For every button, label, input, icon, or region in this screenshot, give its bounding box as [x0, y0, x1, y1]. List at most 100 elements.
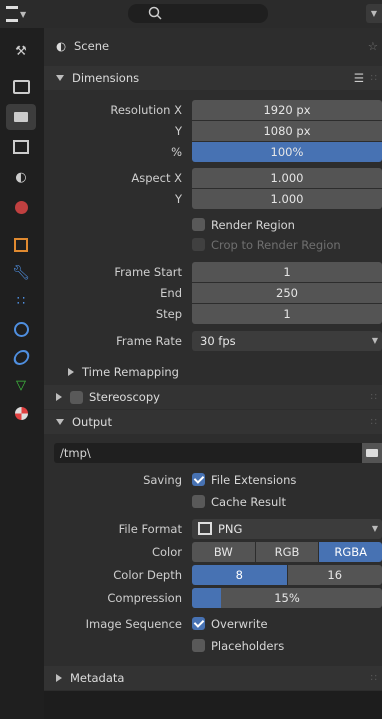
- resolution-x-row: Resolution X 1920 px: [44, 98, 382, 121]
- frame-rate-dropdown[interactable]: 30 fps ▼: [192, 331, 382, 351]
- resolution-x-field[interactable]: 1920 px: [192, 100, 382, 120]
- depth-16-option[interactable]: 16: [287, 565, 382, 585]
- aspect-x-field[interactable]: 1.000: [192, 168, 382, 188]
- chevron-down-icon: ▼: [20, 10, 26, 19]
- tab-material[interactable]: [6, 400, 36, 426]
- resolution-pct-label: %: [171, 145, 182, 159]
- properties-tab-bar: ⚒ ◐ 🔧︎ ∷ ▽: [0, 28, 44, 719]
- checkbox-box: [192, 639, 205, 652]
- browse-folder-button[interactable]: [362, 443, 382, 463]
- color-mode-selector: BW RGB RGBA: [192, 542, 382, 562]
- file-extensions-label: File Extensions: [211, 473, 296, 487]
- chevron-down-icon: ▼: [372, 336, 378, 345]
- dimensions-panel-header[interactable]: Dimensions ☰ ∷: [44, 66, 382, 90]
- stereoscopy-panel-header[interactable]: Stereoscopy ∷: [44, 385, 382, 409]
- frame-end-label: End: [160, 286, 182, 300]
- tab-world[interactable]: [6, 194, 36, 220]
- color-label: Color: [152, 545, 182, 559]
- crop-region-checkbox[interactable]: Crop to Render Region: [192, 238, 341, 252]
- aspect-y-field[interactable]: 1.000: [192, 189, 382, 209]
- tab-physics[interactable]: [6, 316, 36, 342]
- file-format-dropdown[interactable]: PNG ▼: [192, 519, 382, 539]
- editor-header: ▼ ▼: [0, 0, 382, 29]
- aspect-x-row: Aspect X 1.000: [44, 166, 382, 189]
- tab-scene[interactable]: ◐: [6, 164, 36, 190]
- frame-start-field[interactable]: 1: [192, 262, 382, 282]
- drag-handle[interactable]: ∷: [371, 673, 378, 684]
- output-title: Output: [72, 415, 112, 429]
- tab-data[interactable]: ▽: [6, 372, 36, 398]
- frame-step-field[interactable]: 1: [192, 304, 382, 324]
- tab-object[interactable]: [6, 232, 36, 258]
- editor-type-button[interactable]: ▼: [6, 5, 36, 23]
- overwrite-checkbox[interactable]: Overwrite: [192, 617, 268, 631]
- context-title: Scene: [74, 39, 109, 53]
- pin-icon[interactable]: ☆: [368, 39, 378, 53]
- overwrite-label: Overwrite: [211, 617, 268, 631]
- frame-end-row: End 250: [44, 281, 382, 304]
- time-remapping-subpanel[interactable]: Time Remapping: [44, 360, 382, 383]
- depth-8-option[interactable]: 8: [192, 565, 287, 585]
- crop-region-row: Crop to Render Region: [44, 233, 382, 256]
- drag-handle[interactable]: ∷: [371, 417, 378, 428]
- tab-view-layer[interactable]: [6, 134, 36, 160]
- drag-handle[interactable]: ∷: [371, 73, 378, 84]
- color-depth-row: Color Depth 8 16: [44, 563, 382, 586]
- time-remapping-title: Time Remapping: [82, 365, 179, 379]
- placeholders-checkbox[interactable]: Placeholders: [192, 639, 284, 653]
- mesh-data-icon: ▽: [16, 378, 26, 393]
- color-rgba-option[interactable]: RGBA: [318, 542, 382, 562]
- expand-icon: [56, 674, 62, 682]
- resolution-pct-slider[interactable]: 100%: [192, 142, 382, 162]
- output-path-row: /tmp\: [44, 441, 382, 464]
- frame-end-field[interactable]: 250: [192, 283, 382, 303]
- placeholders-label: Placeholders: [211, 639, 284, 653]
- output-path-field[interactable]: /tmp\: [54, 443, 362, 463]
- frame-rate-row: Frame Rate 30 fps ▼: [44, 329, 382, 352]
- frame-step-row: Step 1: [44, 302, 382, 325]
- color-bw-option[interactable]: BW: [192, 542, 255, 562]
- aspect-y-label: Y: [175, 192, 182, 206]
- metadata-panel-header[interactable]: Metadata ∷: [44, 666, 382, 690]
- stereoscopy-checkbox[interactable]: [70, 391, 83, 404]
- scene-icon: ◐: [15, 170, 26, 185]
- presets-icon[interactable]: ☰: [354, 71, 364, 85]
- search-input[interactable]: [128, 4, 268, 23]
- dimensions-title: Dimensions: [72, 71, 139, 85]
- chevron-down-icon: ▼: [372, 524, 378, 533]
- aspect-x-label: Aspect X: [131, 171, 182, 185]
- file-format-value: PNG: [218, 522, 242, 536]
- checkbox-box: [192, 218, 205, 231]
- frame-rate-label: Frame Rate: [116, 334, 182, 348]
- compression-fill: [192, 588, 221, 608]
- checkbox-box: [192, 473, 205, 486]
- file-extensions-checkbox[interactable]: File Extensions: [192, 473, 296, 487]
- compression-label: Compression: [107, 591, 182, 605]
- saving-row: Saving File Extensions: [44, 468, 382, 491]
- stereoscopy-title: Stereoscopy: [89, 390, 160, 404]
- tab-constraints[interactable]: [6, 344, 36, 370]
- tab-output[interactable]: [6, 104, 36, 130]
- context-header: ◐ Scene ☆: [44, 34, 382, 57]
- cache-result-row: Cache Result: [44, 490, 382, 513]
- resolution-y-field[interactable]: 1080 px: [192, 121, 382, 141]
- tab-render[interactable]: [6, 74, 36, 100]
- constraint-icon: [11, 350, 30, 365]
- file-format-row: File Format PNG ▼: [44, 517, 382, 540]
- output-panel-header[interactable]: Output ∷: [44, 410, 382, 434]
- color-rgb-option[interactable]: RGB: [255, 542, 319, 562]
- resolution-pct-row: % 100%: [44, 140, 382, 163]
- tab-modifiers[interactable]: 🔧︎: [6, 260, 36, 286]
- image-icon: [13, 140, 29, 154]
- resolution-y-label: Y: [175, 124, 182, 138]
- cache-result-checkbox[interactable]: Cache Result: [192, 495, 286, 509]
- options-dropdown[interactable]: ▼: [366, 4, 382, 23]
- drag-handle[interactable]: ∷: [371, 392, 378, 403]
- frame-start-row: Frame Start 1: [44, 260, 382, 283]
- metadata-title: Metadata: [70, 671, 124, 685]
- tab-tool[interactable]: ⚒: [6, 38, 36, 64]
- render-region-checkbox[interactable]: Render Region: [192, 218, 295, 232]
- collapse-icon: [56, 419, 64, 425]
- tab-particles[interactable]: ∷: [6, 288, 36, 314]
- compression-slider[interactable]: 15%: [192, 588, 382, 608]
